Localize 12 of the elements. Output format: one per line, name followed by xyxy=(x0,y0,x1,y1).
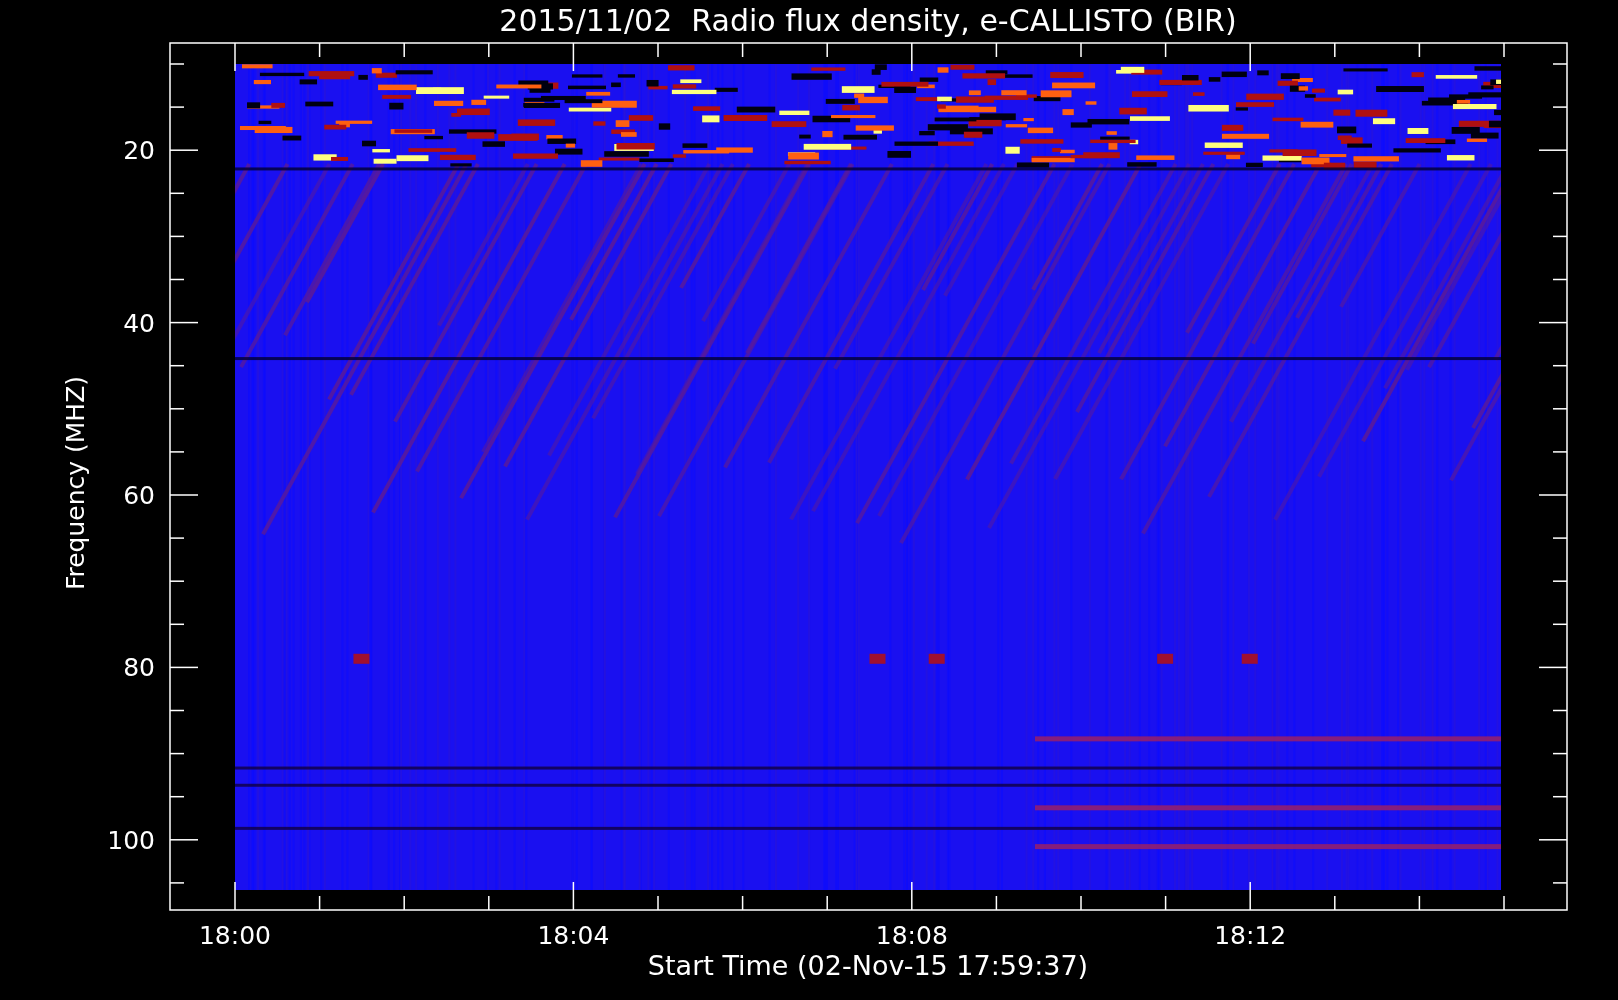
chart-title: 2015/11/02 Radio flux density, e-CALLISTO (BIR) xyxy=(499,3,1237,38)
x-tick-label: 18:04 xyxy=(537,921,610,950)
x-axis-label: Start Time (02-Nov-15 17:59:37) xyxy=(647,950,1089,981)
y-tick-label: 80 xyxy=(123,653,155,683)
x-tick-label: 18:12 xyxy=(1214,921,1287,950)
y-tick-label: 60 xyxy=(123,481,155,510)
x-tick-label: 18:00 xyxy=(199,921,271,950)
y-tick-label: 20 xyxy=(123,136,155,166)
x-tick-label: 18:08 xyxy=(875,921,948,950)
y-axis-label: Frequency (MHZ) xyxy=(61,375,90,591)
y-tick-label: 100 xyxy=(107,825,155,855)
y-tick-label: 40 xyxy=(123,308,155,338)
